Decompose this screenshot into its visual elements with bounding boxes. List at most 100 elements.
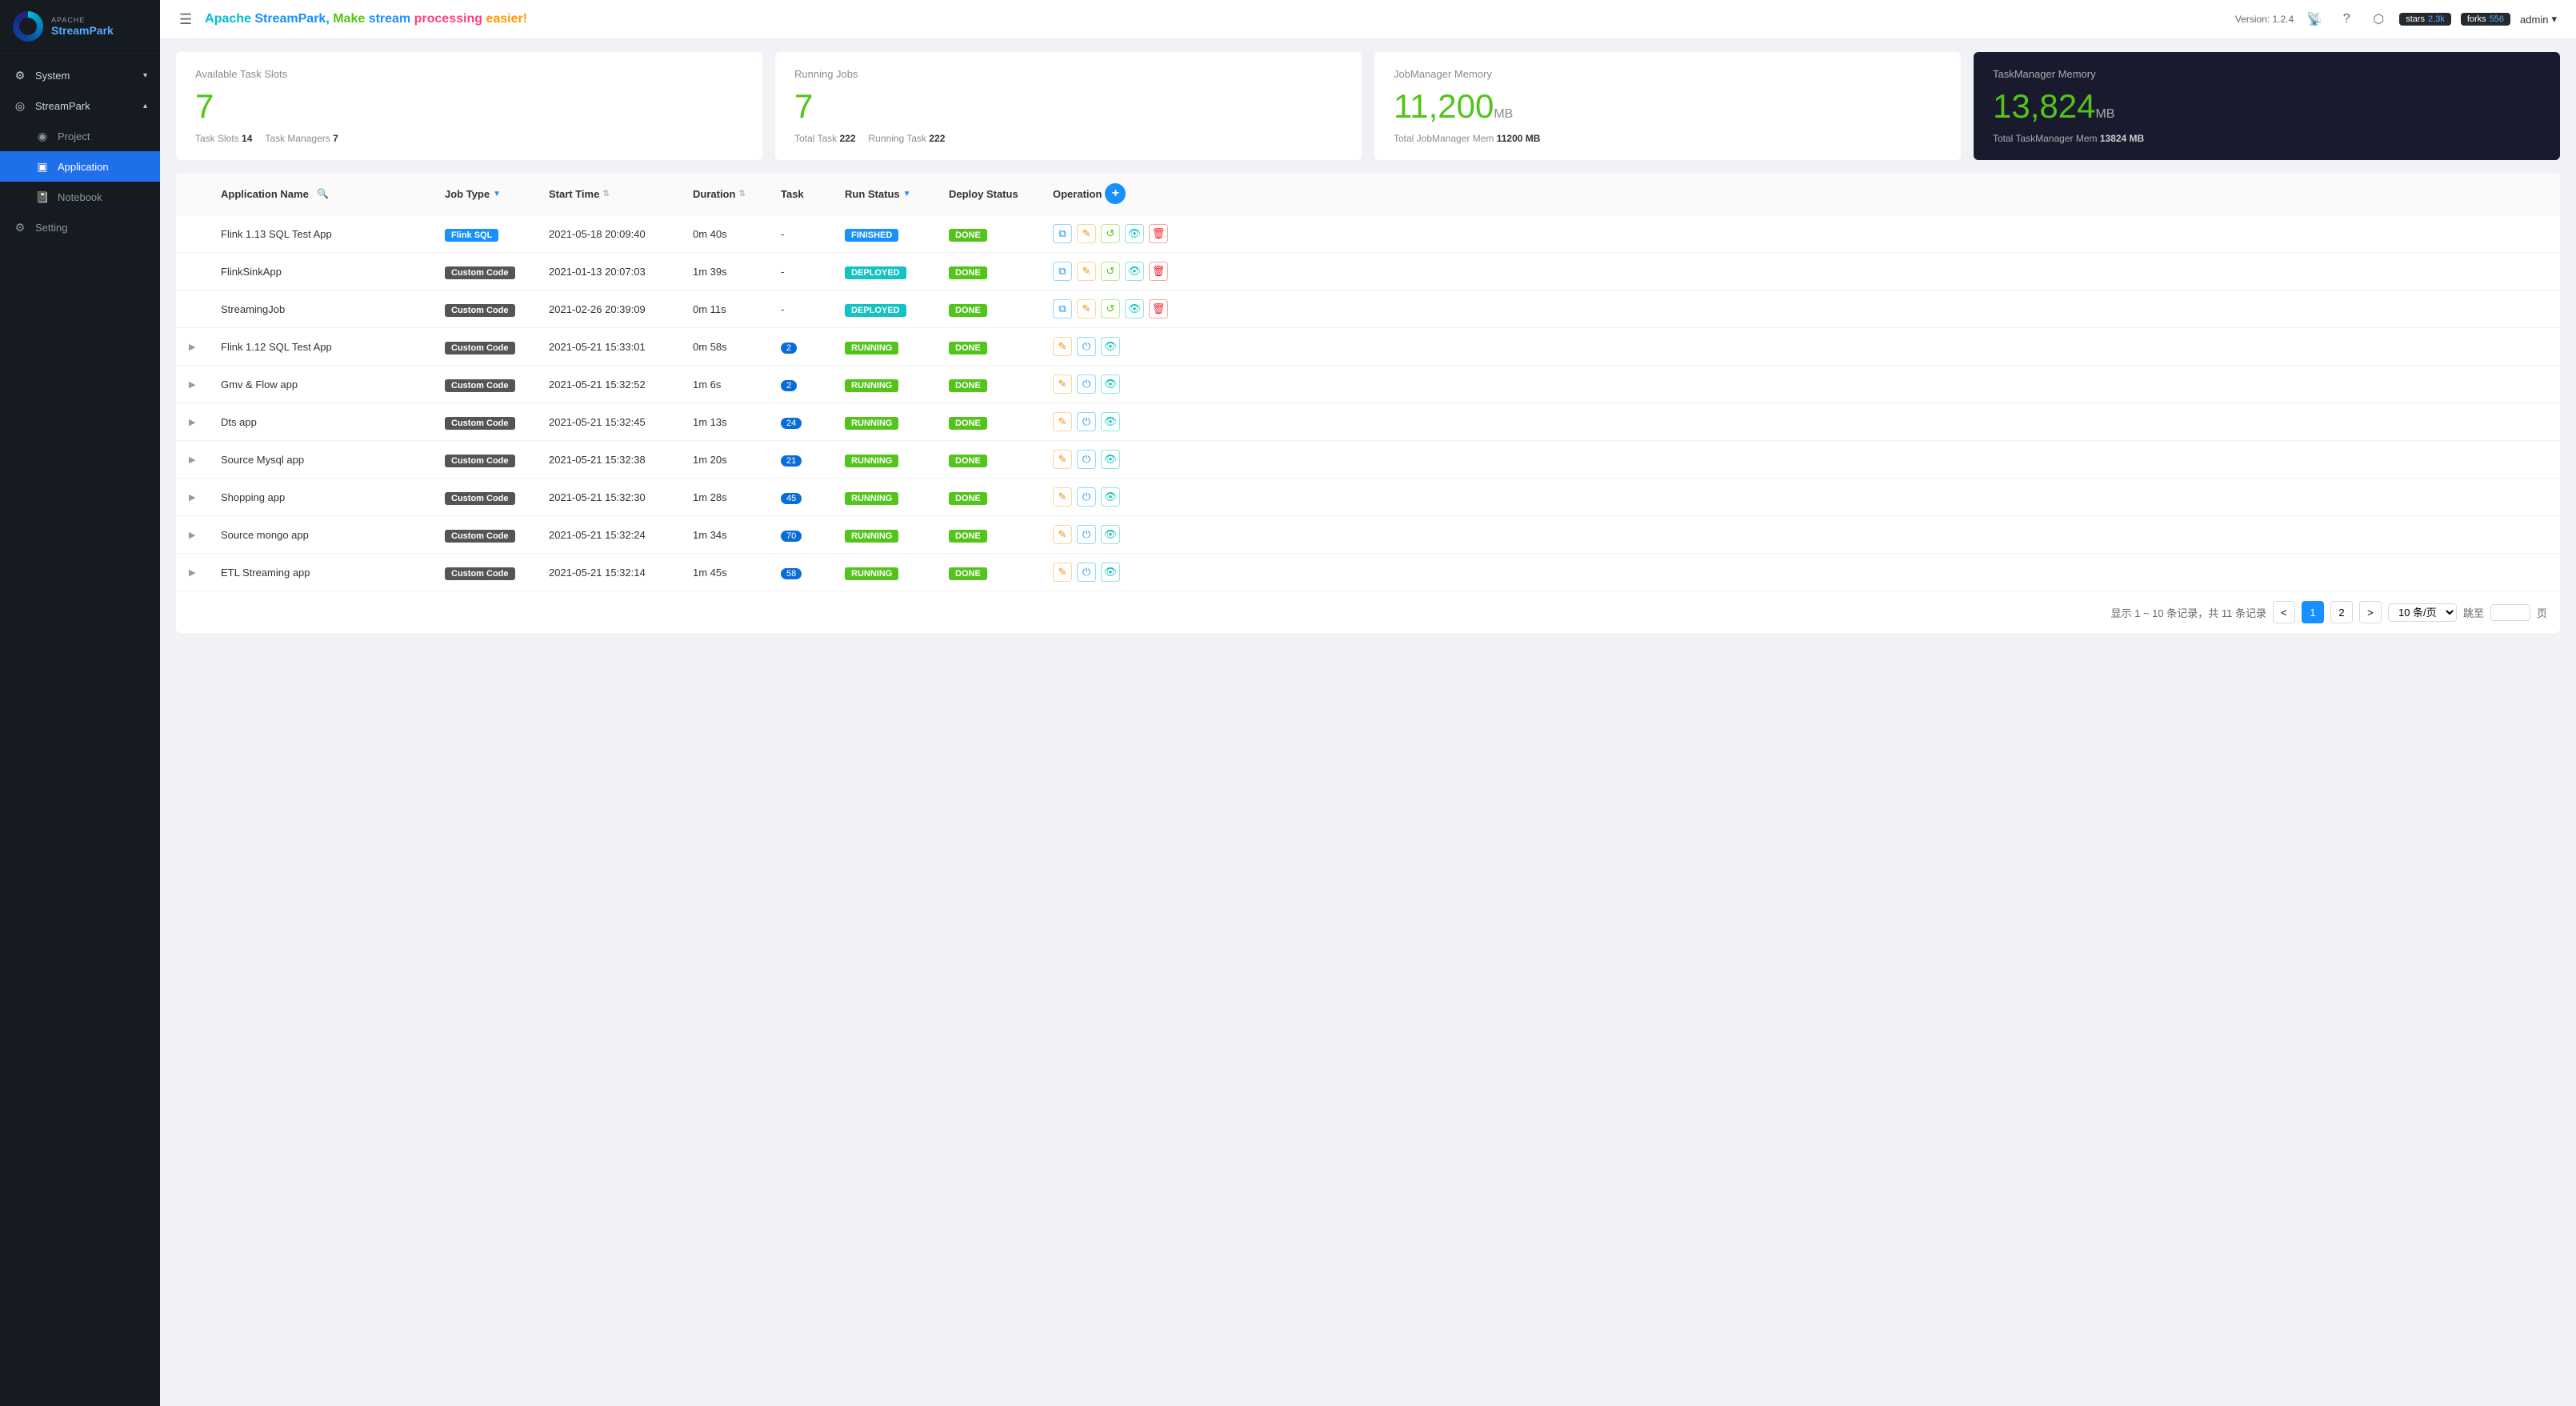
delete-button[interactable]: 🗑 <box>1149 262 1168 281</box>
search-icon[interactable]: 🔍 <box>312 182 334 205</box>
pagination-info: 显示 1 ~ 10 条记录，共 11 条记录 <box>2111 605 2266 620</box>
broadcast-icon[interactable]: 📡 <box>2303 8 2326 30</box>
edit-button[interactable]: ✎ <box>1077 262 1096 281</box>
sort-icon[interactable]: ⇅ <box>602 190 609 198</box>
stat-footer-item: Task Slots 14 <box>195 133 252 144</box>
github-icon[interactable]: ⬡ <box>2367 8 2390 30</box>
view-button[interactable]: 👁 <box>1101 375 1120 394</box>
chevron-up-icon: ▴ <box>143 102 147 110</box>
view-button[interactable]: 👁 <box>1101 563 1120 582</box>
job-type-badge: Custom Code <box>445 304 515 317</box>
deploy-status-badge: DONE <box>949 455 987 467</box>
sidebar-item-system[interactable]: ⚙ System ▾ <box>0 60 160 90</box>
power-button[interactable]: ⏻ <box>1077 337 1096 356</box>
view-button[interactable]: 👁 <box>1125 299 1144 318</box>
expand-button[interactable]: ▶ <box>189 417 221 427</box>
deploy-status-badge: DONE <box>949 417 987 430</box>
edit-button[interactable]: ✎ <box>1053 450 1072 469</box>
menu-toggle-icon[interactable]: ☰ <box>179 11 192 28</box>
col-deploy-status: Deploy Status <box>949 188 1053 200</box>
expand-button[interactable]: ▶ <box>189 567 221 578</box>
job-type-badge: Flink SQL <box>445 229 498 242</box>
view-button[interactable]: 👁 <box>1101 487 1120 507</box>
add-application-button[interactable]: + <box>1105 183 1126 204</box>
logo-text: APACHE StreamPark <box>51 16 114 37</box>
edit-button[interactable]: ✎ <box>1053 487 1072 507</box>
filter-icon[interactable]: ▼ <box>903 190 911 198</box>
copy-button[interactable]: ⧉ <box>1053 262 1072 281</box>
run-status-badge: RUNNING <box>845 530 898 543</box>
edit-button[interactable]: ✎ <box>1053 337 1072 356</box>
deploy-status-cell: DONE <box>949 491 1053 503</box>
title-streampark: StreamPark, <box>251 12 330 26</box>
expand-button[interactable]: ▶ <box>189 455 221 465</box>
power-button[interactable]: ⏻ <box>1077 563 1096 582</box>
operation-cell: ⧉ ✎ ↺ 👁 🗑 <box>1053 262 1181 281</box>
view-button[interactable]: 👁 <box>1101 337 1120 356</box>
view-button[interactable]: 👁 <box>1101 450 1120 469</box>
sidebar-item-notebook[interactable]: 📓 Notebook <box>0 182 160 212</box>
next-page-button[interactable]: > <box>2359 601 2382 623</box>
view-button[interactable]: 👁 <box>1125 262 1144 281</box>
power-button[interactable]: ⏻ <box>1077 375 1096 394</box>
sidebar-item-setting[interactable]: ⚙ Setting <box>0 212 160 242</box>
run-status-badge: RUNNING <box>845 455 898 467</box>
deploy-status-cell: DONE <box>949 303 1053 315</box>
stat-label: TaskManager Memory <box>1993 68 2541 80</box>
power-button[interactable]: ⏻ <box>1077 450 1096 469</box>
expand-button[interactable]: ▶ <box>189 342 221 352</box>
stars-badge[interactable]: stars 2.3k <box>2399 13 2451 26</box>
title-easier: easier! <box>486 12 527 26</box>
delete-button[interactable]: 🗑 <box>1149 224 1168 243</box>
edit-button[interactable]: ✎ <box>1077 299 1096 318</box>
page-2-button[interactable]: 2 <box>2330 601 2353 623</box>
delete-button[interactable]: 🗑 <box>1149 299 1168 318</box>
deploy-status-cell: DONE <box>949 228 1053 240</box>
stat-footer: Task Slots 14 Task Managers 7 <box>195 133 743 144</box>
sidebar-item-label: StreamPark <box>35 100 90 112</box>
operation-cell: ✎ ⏻ 👁 <box>1053 412 1181 431</box>
power-button[interactable]: ⏻ <box>1077 487 1096 507</box>
edit-button[interactable]: ✎ <box>1053 525 1072 544</box>
view-button[interactable]: 👁 <box>1125 224 1144 243</box>
view-button[interactable]: 👁 <box>1101 525 1120 544</box>
help-icon[interactable]: ? <box>2335 8 2358 30</box>
job-type-badge: Custom Code <box>445 342 515 355</box>
sidebar-item-project[interactable]: ◉ Project <box>0 121 160 151</box>
copy-button[interactable]: ⧉ <box>1053 299 1072 318</box>
edit-button[interactable]: ✎ <box>1053 563 1072 582</box>
restart-button[interactable]: ↺ <box>1101 299 1120 318</box>
page-1-button[interactable]: 1 <box>2302 601 2324 623</box>
streampark-icon: ◎ <box>13 98 27 113</box>
expand-button[interactable]: ▶ <box>189 379 221 390</box>
duration-cell: 1m 13s <box>693 416 781 428</box>
title-make: Make <box>330 12 369 26</box>
task-cell: - <box>781 266 845 278</box>
power-button[interactable]: ⏻ <box>1077 412 1096 431</box>
sidebar-item-streampark[interactable]: ◎ StreamPark ▴ <box>0 90 160 121</box>
task-count: 45 <box>781 493 802 504</box>
edit-button[interactable]: ✎ <box>1053 412 1072 431</box>
goto-input[interactable] <box>2490 604 2530 621</box>
expand-button[interactable]: ▶ <box>189 492 221 503</box>
sort-icon[interactable]: ⇅ <box>738 190 745 198</box>
forks-label: forks <box>2467 14 2486 24</box>
restart-button[interactable]: ↺ <box>1101 262 1120 281</box>
run-status-cell: FINISHED <box>845 228 949 240</box>
filter-icon[interactable]: ▼ <box>493 190 501 198</box>
edit-button[interactable]: ✎ <box>1053 375 1072 394</box>
view-button[interactable]: 👁 <box>1101 412 1120 431</box>
title-processing: processing <box>410 12 486 26</box>
admin-menu[interactable]: admin ▾ <box>2520 13 2557 26</box>
duration-cell: 1m 28s <box>693 491 781 503</box>
copy-button[interactable]: ⧉ <box>1053 224 1072 243</box>
prev-page-button[interactable]: < <box>2273 601 2295 623</box>
per-page-select[interactable]: 10 条/页 20 条/页 50 条/页 <box>2388 603 2457 622</box>
edit-button[interactable]: ✎ <box>1077 224 1096 243</box>
restart-button[interactable]: ↺ <box>1101 224 1120 243</box>
power-button[interactable]: ⏻ <box>1077 525 1096 544</box>
sidebar-item-application[interactable]: ▣ Application <box>0 151 160 182</box>
app-name-cell: ETL Streaming app <box>221 567 445 579</box>
expand-button[interactable]: ▶ <box>189 530 221 540</box>
forks-badge[interactable]: forks 556 <box>2461 13 2510 26</box>
